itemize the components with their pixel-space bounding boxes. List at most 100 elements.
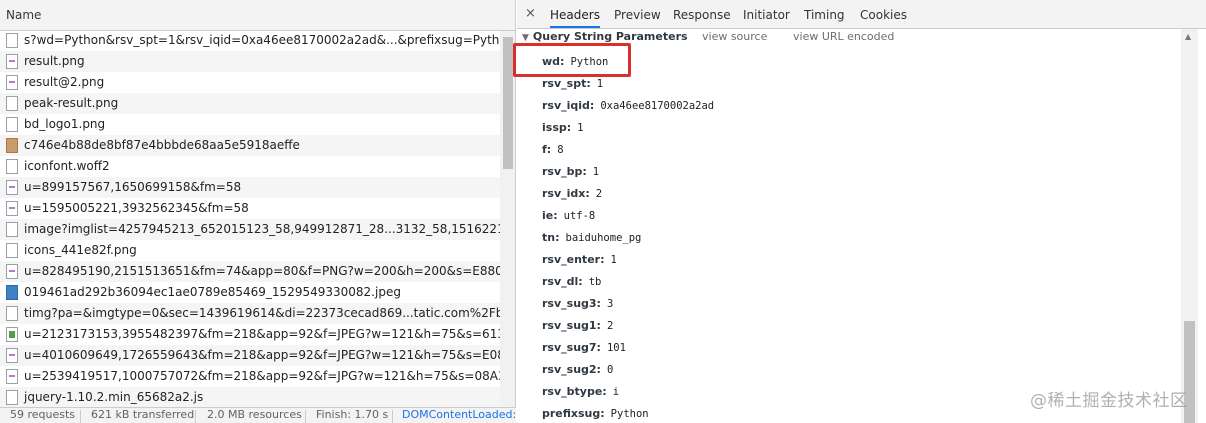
request-row[interactable]: c746e4b88de8bf87e4bbbde68aa5e5918aeffe	[0, 135, 500, 156]
request-row[interactable]: u=2123173153,3955482397&fm=218&app=92&f=…	[0, 324, 500, 345]
request-name: timg?pa=&imgtype=0&sec=1439619614&di=223…	[24, 306, 500, 320]
request-name: u=2539419517,1000757072&fm=218&app=92&f=…	[24, 369, 500, 383]
param-key: ie:	[542, 209, 558, 222]
request-name: image?imglist=4257945213_652015123_58,94…	[24, 222, 500, 236]
view-url-encoded-link[interactable]: view URL encoded	[793, 29, 894, 45]
collapse-triangle-icon[interactable]: ▼	[522, 33, 529, 43]
status-divider	[195, 410, 196, 423]
status-finish: Finish: 1.70 s	[316, 408, 389, 421]
query-param-row: issp: 1	[542, 118, 583, 136]
request-name: u=4010609649,1726559643&fm=218&app=92&f=…	[24, 348, 500, 362]
request-list: s?wd=Python&rsv_spt=1&rsv_iqid=0xa46ee81…	[0, 31, 500, 407]
name-column-header[interactable]: Name	[0, 0, 515, 31]
network-request-panel: Name s?wd=Python&rsv_spt=1&rsv_iqid=0xa4…	[0, 0, 516, 423]
request-row[interactable]: jquery-1.10.2.min_65682a2.js	[0, 387, 500, 407]
query-param-row: rsv_sug2: 0	[542, 360, 613, 378]
view-source-link[interactable]: view source	[702, 29, 767, 45]
request-list-scrollbar-thumb[interactable]	[503, 37, 513, 169]
request-name: jquery-1.10.2.min_65682a2.js	[24, 390, 204, 404]
request-name: 019461ad292b36094ec1ae0789e85469_1529549…	[24, 285, 401, 299]
request-row[interactable]: result@2.png	[0, 72, 500, 93]
image-icon	[6, 369, 18, 384]
param-value: tb	[588, 276, 602, 288]
status-resources: 2.0 MB resources	[207, 408, 302, 421]
request-row[interactable]: iconfont.woff2	[0, 156, 500, 177]
details-scrollbar[interactable]: ▲	[1181, 29, 1198, 423]
request-row[interactable]: u=1595005221,3932562345&fm=58	[0, 198, 500, 219]
tab-timing[interactable]: Timing	[804, 0, 845, 28]
param-value: 3	[606, 298, 614, 310]
request-row[interactable]: icons_441e82f.png	[0, 240, 500, 261]
document-icon	[6, 390, 18, 405]
request-row[interactable]: result.png	[0, 51, 500, 72]
document-icon	[6, 222, 18, 237]
param-value: utf-8	[563, 210, 596, 222]
request-name: u=828495190,2151513651&fm=74&app=80&f=PN…	[24, 264, 500, 278]
document-icon	[6, 33, 18, 48]
query-param-row: rsv_sug3: 3	[542, 294, 613, 312]
status-divider	[305, 410, 306, 423]
image-icon	[6, 264, 18, 279]
request-name: result.png	[24, 54, 85, 68]
request-name: peak-result.png	[24, 96, 119, 110]
tab-initiator[interactable]: Initiator	[743, 0, 790, 28]
param-value: 1	[592, 166, 600, 178]
image-thumb-icon	[6, 138, 18, 153]
query-string-parameters-section: ▼ Query String Parameters view source vie…	[517, 29, 1182, 423]
param-key: rsv_btype:	[542, 385, 607, 398]
param-value: 1	[610, 254, 617, 266]
request-row[interactable]: u=899157567,1650699158&fm=58	[0, 177, 500, 198]
param-value: baiduhome_pg	[565, 232, 642, 244]
param-key: rsv_enter:	[542, 253, 605, 266]
request-name: iconfont.woff2	[24, 159, 110, 173]
request-row[interactable]: 019461ad292b36094ec1ae0789e85469_1529549…	[0, 282, 500, 303]
param-value: 101	[606, 342, 626, 354]
param-key: rsv_iqid:	[542, 99, 595, 112]
document-icon	[6, 243, 18, 258]
tab-headers[interactable]: Headers	[550, 0, 600, 28]
tab-response[interactable]: Response	[673, 0, 731, 28]
query-param-row: prefixsug: Python	[542, 404, 649, 422]
param-value: 2	[595, 188, 603, 200]
request-name: icons_441e82f.png	[24, 243, 137, 257]
network-status-bar: 59 requests 621 kB transferred 2.0 MB re…	[0, 407, 516, 423]
tab-preview[interactable]: Preview	[614, 0, 661, 28]
param-value: 1	[577, 122, 584, 134]
request-name: c746e4b88de8bf87e4bbbde68aa5e5918aeffe	[24, 138, 300, 152]
request-row[interactable]: image?imglist=4257945213_652015123_58,94…	[0, 219, 500, 240]
request-row[interactable]: timg?pa=&imgtype=0&sec=1439619614&di=223…	[0, 303, 500, 324]
query-param-row: rsv_iqid: 0xa46ee8170002a2ad	[542, 96, 714, 114]
param-key: rsv_sug7:	[542, 341, 601, 354]
request-row[interactable]: u=828495190,2151513651&fm=74&app=80&f=PN…	[0, 261, 500, 282]
request-name: bd_logo1.png	[24, 117, 106, 131]
request-row[interactable]: bd_logo1.png	[0, 114, 500, 135]
query-param-row: rsv_enter: 1	[542, 250, 617, 268]
request-name: u=1595005221,3932562345&fm=58	[24, 201, 249, 215]
document-icon	[6, 306, 18, 321]
status-divider	[392, 410, 393, 423]
scroll-up-arrow-icon[interactable]: ▲	[1185, 33, 1191, 41]
jpeg-icon	[6, 285, 18, 300]
image-icon	[6, 201, 18, 216]
query-param-row: rsv_dl: tb	[542, 272, 601, 290]
param-key: tn:	[542, 231, 560, 244]
param-value: 0xa46ee8170002a2ad	[600, 100, 715, 112]
name-column-label: Name	[6, 8, 42, 22]
image-icon	[6, 75, 18, 90]
watermark: @稀土掘金技术社区	[1030, 391, 1188, 411]
request-name: u=899157567,1650699158&fm=58	[24, 180, 242, 194]
request-list-scrollbar[interactable]	[500, 31, 515, 407]
close-icon[interactable]: ×	[525, 0, 536, 28]
request-row[interactable]: u=2539419517,1000757072&fm=218&app=92&f=…	[0, 366, 500, 387]
image-icon	[6, 54, 18, 69]
query-param-row: rsv_sug1: 2	[542, 316, 613, 334]
param-value: 0	[606, 364, 614, 376]
request-row[interactable]: peak-result.png	[0, 93, 500, 114]
tab-cookies[interactable]: Cookies	[860, 0, 907, 28]
request-row[interactable]: s?wd=Python&rsv_spt=1&rsv_iqid=0xa46ee81…	[0, 31, 500, 51]
param-key: rsv_spt:	[542, 77, 591, 90]
query-param-row: rsv_sug7: 101	[542, 338, 626, 356]
request-row[interactable]: u=4010609649,1726559643&fm=218&app=92&f=…	[0, 345, 500, 366]
query-param-row: rsv_idx: 2	[542, 184, 602, 202]
status-transferred: 621 kB transferred	[91, 408, 195, 421]
